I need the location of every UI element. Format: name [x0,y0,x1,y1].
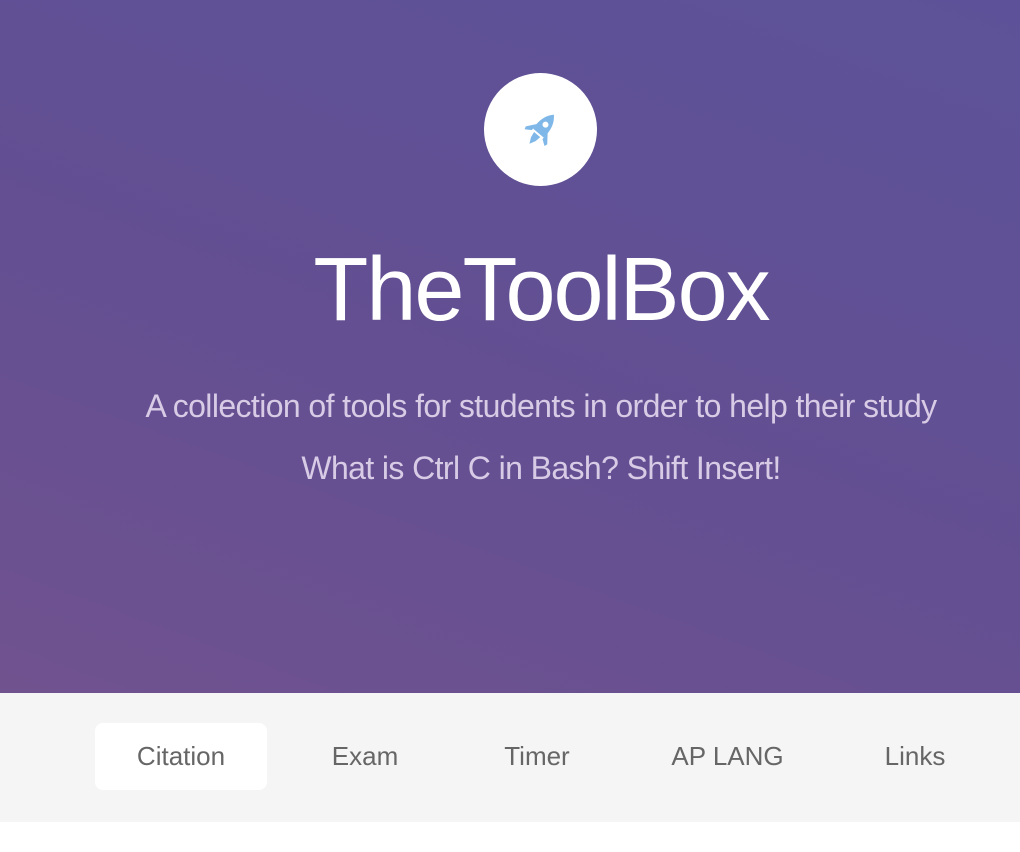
site-title: TheToolBox [313,240,770,340]
tab-timer[interactable]: Timer [462,723,612,790]
rocket-icon [524,114,554,146]
tab-citation[interactable]: Citation [95,723,267,790]
logo-badge [484,73,597,186]
tab-links[interactable]: Links [840,723,990,790]
tab-ap-lang[interactable]: AP LANG [645,723,810,790]
tagline-primary: A collection of tools for students in or… [145,388,937,424]
tab-navigation: Citation Exam Timer AP LANG Links [0,693,1020,822]
tagline-secondary: What is Ctrl C in Bash? Shift Insert! [301,450,781,486]
tab-exam[interactable]: Exam [290,723,440,790]
hero-section: TheToolBox A collection of tools for stu… [0,0,1020,693]
